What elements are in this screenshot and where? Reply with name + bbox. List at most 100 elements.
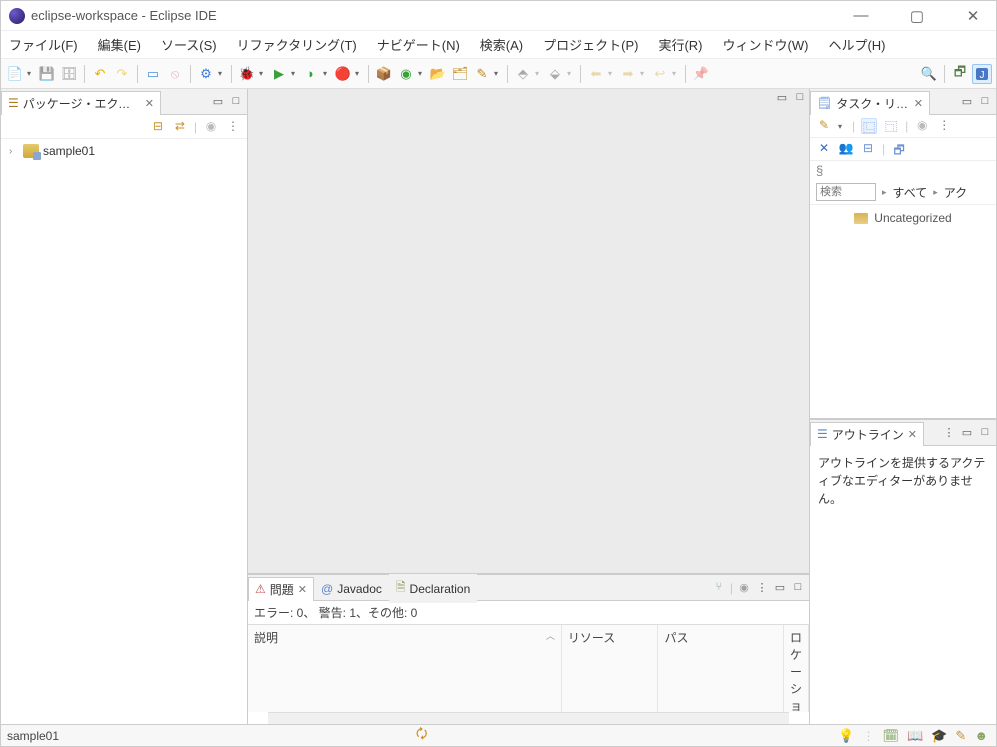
- coverage-dropdown[interactable]: ▾: [323, 69, 331, 78]
- project-node[interactable]: › sample01: [7, 143, 241, 159]
- menu-search[interactable]: 検索(A): [476, 33, 527, 56]
- maximize-button[interactable]: ▢: [902, 7, 932, 25]
- close-icon[interactable]: ✕: [914, 97, 923, 110]
- save-all-icon[interactable]: 🗄: [59, 64, 79, 84]
- menu-edit[interactable]: 編集(E): [94, 33, 145, 56]
- focus-task-icon[interactable]: ◉: [203, 119, 219, 135]
- task-search-input[interactable]: [816, 183, 876, 201]
- new-dropdown[interactable]: ▾: [27, 69, 35, 78]
- maximize-view-icon[interactable]: □: [791, 581, 805, 595]
- outline-tab[interactable]: ☰ アウトライン ✕: [810, 422, 924, 446]
- search-dropdown[interactable]: ▾: [494, 69, 502, 78]
- search-icon[interactable]: ✎: [472, 64, 492, 84]
- samples-icon[interactable]: 🎓: [931, 728, 947, 744]
- new-java-package-icon[interactable]: 📦: [374, 64, 394, 84]
- quick-access-icon[interactable]: 🔍: [919, 64, 939, 84]
- task-list-tab[interactable]: 🗒 タスク・リスト ✕: [810, 91, 930, 115]
- problems-table[interactable]: 説明 ︿ リソース パス ロケーション › 警告 (1 項目): [248, 624, 809, 712]
- filter-ac[interactable]: アク: [944, 184, 967, 201]
- run-dropdown[interactable]: ▾: [291, 69, 299, 78]
- filter-icon[interactable]: ⑂: [712, 581, 726, 595]
- minimize-editor-icon[interactable]: ▭: [775, 91, 789, 105]
- task-list-content[interactable]: [810, 231, 996, 418]
- debug-icon[interactable]: 🐞: [237, 64, 257, 84]
- java-perspective-icon[interactable]: J: [972, 64, 992, 84]
- view-menu-icon[interactable]: ⋮: [225, 119, 241, 135]
- menu-file[interactable]: ファイル(F): [5, 33, 82, 56]
- focus-icon[interactable]: ◉: [737, 581, 751, 595]
- back-icon[interactable]: ⬅: [586, 64, 606, 84]
- menu-source[interactable]: ソース(S): [157, 33, 221, 56]
- open-task-icon[interactable]: 🗂: [450, 64, 470, 84]
- tutorials-icon[interactable]: ☻: [974, 728, 988, 743]
- pin-editor-icon[interactable]: 📌: [691, 64, 711, 84]
- undo-icon[interactable]: ↶: [90, 64, 110, 84]
- redo-icon[interactable]: ↷: [112, 64, 132, 84]
- menu-run[interactable]: 実行(R): [654, 33, 706, 56]
- col-description[interactable]: 説明 ︿: [248, 625, 562, 712]
- package-explorer-tree[interactable]: › sample01: [1, 139, 247, 724]
- menu-refactor[interactable]: リファクタリング(T): [233, 33, 361, 56]
- minimize-view-icon[interactable]: ▭: [960, 426, 974, 440]
- col-path[interactable]: パス: [658, 625, 784, 712]
- connector-icon[interactable]: §: [816, 163, 823, 178]
- toggle-breadcrumb-icon[interactable]: ▭: [143, 64, 163, 84]
- view-menu-icon[interactable]: ⋮: [755, 581, 769, 595]
- show-ui-legend-icon[interactable]: 🗗: [891, 141, 907, 157]
- forward-dropdown[interactable]: ▾: [640, 69, 648, 78]
- menu-window[interactable]: ウィンドウ(W): [719, 33, 813, 56]
- editor-area[interactable]: ▭ □: [248, 89, 809, 574]
- skip-breakpoints-icon[interactable]: ⦸: [165, 64, 185, 84]
- run-icon[interactable]: ▶: [269, 64, 289, 84]
- maximize-editor-icon[interactable]: □: [793, 91, 807, 105]
- back-dropdown[interactable]: ▾: [608, 69, 616, 78]
- maximize-view-icon[interactable]: □: [978, 95, 992, 109]
- coverage-icon[interactable]: ◗: [301, 64, 321, 84]
- overview-icon[interactable]: 📖: [907, 728, 923, 744]
- close-icon[interactable]: ✕: [908, 428, 917, 441]
- col-resource[interactable]: リソース: [562, 625, 659, 712]
- prev-ann-dropdown[interactable]: ▾: [535, 69, 543, 78]
- ext-tools-icon[interactable]: 🔴: [333, 64, 353, 84]
- javadoc-tab[interactable]: @ Javadoc: [314, 578, 389, 600]
- declaration-tab[interactable]: 🗎 Declaration: [389, 574, 477, 603]
- build-dropdown[interactable]: ▾: [218, 69, 226, 78]
- horizontal-scrollbar[interactable]: [268, 712, 789, 724]
- debug-dropdown[interactable]: ▾: [259, 69, 267, 78]
- close-button[interactable]: ✕: [958, 7, 988, 25]
- open-perspective-icon[interactable]: 🗗: [950, 64, 970, 84]
- filter-all[interactable]: すべて: [893, 184, 928, 201]
- collapse-all-icon[interactable]: ⊟: [150, 119, 166, 135]
- link-editor-icon[interactable]: ⇄: [172, 119, 188, 135]
- focus-workweek-icon[interactable]: ◉: [914, 118, 930, 134]
- ext-tools-dropdown[interactable]: ▾: [355, 69, 363, 78]
- minimize-view-icon[interactable]: ▭: [773, 581, 787, 595]
- new-class-dropdown[interactable]: ▾: [418, 69, 426, 78]
- close-icon[interactable]: ✕: [298, 583, 307, 596]
- hide-completed-icon[interactable]: 👥: [838, 141, 854, 157]
- menu-help[interactable]: ヘルプ(H): [824, 33, 889, 56]
- package-explorer-tab[interactable]: ☰ パッケージ・エクスプロー... ✕: [1, 91, 161, 115]
- maximize-view-icon[interactable]: □: [978, 426, 992, 440]
- next-annotation-icon[interactable]: ⬙: [545, 64, 565, 84]
- new-task-dropdown[interactable]: ▾: [838, 122, 846, 131]
- minimize-button[interactable]: —: [846, 7, 876, 25]
- build-icon[interactable]: ⚙: [196, 64, 216, 84]
- maximize-view-icon[interactable]: □: [229, 95, 243, 109]
- status-sync-icon[interactable]: 🗘: [416, 725, 428, 747]
- last-edit-icon[interactable]: ↩: [650, 64, 670, 84]
- menu-project[interactable]: プロジェクト(P): [539, 33, 642, 56]
- view-menu-icon[interactable]: ⋮: [936, 118, 952, 134]
- uncategorized-row[interactable]: Uncategorized: [810, 205, 996, 231]
- forward-icon[interactable]: ➡: [618, 64, 638, 84]
- prev-annotation-icon[interactable]: ⬘: [513, 64, 533, 84]
- new-task-icon[interactable]: ✎: [816, 118, 832, 134]
- col-location[interactable]: ロケーション: [784, 625, 809, 712]
- synchronize-icon[interactable]: ✕: [816, 141, 832, 157]
- updates-icon[interactable]: 🗓: [883, 728, 900, 744]
- scheduled-icon[interactable]: ⿹: [883, 118, 899, 134]
- problems-tab[interactable]: ⚠ 問題 ✕: [248, 577, 314, 601]
- next-ann-dropdown[interactable]: ▾: [567, 69, 575, 78]
- new-icon[interactable]: 📄: [5, 64, 25, 84]
- minimize-view-icon[interactable]: ▭: [211, 95, 225, 109]
